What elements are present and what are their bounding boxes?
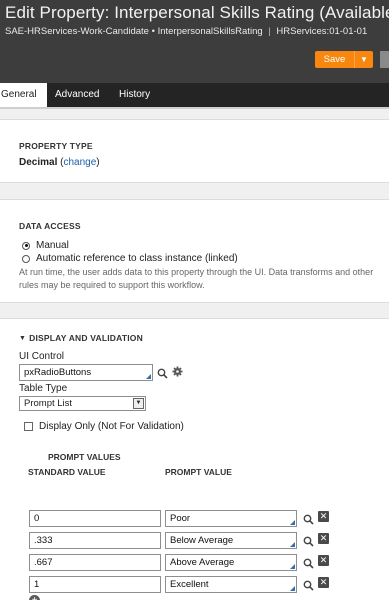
ui-control-label: UI Control [19,351,65,362]
standard-value-input[interactable]: .667 [29,554,161,571]
tab-history[interactable]: History [111,83,158,107]
prompt-value-input[interactable]: Excellent [165,576,297,593]
class-name: SAE-HRServices-Work-Candidate [5,26,149,37]
pipe-separator: | [268,26,271,37]
autocomplete-corner-icon [290,520,295,525]
add-row-icon[interactable]: + [29,595,40,600]
data-access-heading: DATA ACCESS [19,221,81,231]
prompt-value-input[interactable]: Poor [165,510,297,527]
search-icon[interactable] [156,367,168,379]
delete-row-icon[interactable]: ✕ [318,511,329,522]
prompt-value-column-header: PROMPT VALUE [165,467,232,477]
table-type-value: Prompt List [24,398,73,409]
prompt-value-input[interactable]: Below Average [165,532,297,549]
autocomplete-corner-icon [290,586,295,591]
page-title: Edit Property: Interpersonal Skills Rati… [5,3,389,22]
tab-advanced[interactable]: Advanced [47,83,107,107]
radio-manual-label: Manual [36,240,69,251]
delete-row-icon[interactable]: ✕ [318,555,329,566]
radio-manual-button[interactable] [22,241,30,250]
radio-automatic-label: Automatic reference to class instance (l… [36,253,238,264]
save-menu-arrow-icon[interactable]: ▼ [355,51,373,68]
display-validation-header[interactable]: ▼ DISPLAY AND VALIDATION [19,333,143,343]
prompt-value-text: Below Average [170,535,234,546]
ruleset-version: HRServices:01-01-01 [276,26,368,37]
tab-bar: General Advanced History [0,83,389,109]
autocomplete-corner-icon [146,374,151,379]
radio-automatic[interactable]: Automatic reference to class instance (l… [22,253,238,264]
standard-value-text: 1 [34,579,40,590]
display-validation-section: ▼ DISPLAY AND VALIDATION UI Control pxRa… [0,318,389,600]
property-type-heading: PROPERTY TYPE [19,141,93,151]
tab-general[interactable]: General [0,83,47,107]
standard-value-input[interactable]: 1 [29,576,161,593]
window-header: Edit Property: Interpersonal Skills Rati… [0,0,389,83]
prompt-value-text: Above Average [170,557,235,568]
property-type-section: PROPERTY TYPE Decimal (change) [0,119,389,183]
ui-control-input[interactable]: pxRadioButtons [19,364,153,381]
table-type-label: Table Type [19,383,68,394]
standard-value-text: 0 [34,513,40,524]
standard-value-input[interactable]: .333 [29,532,161,549]
delete-row-icon[interactable]: ✕ [318,533,329,544]
prompt-values-heading: PROMPT VALUES [48,452,121,462]
data-access-section: DATA ACCESS Manual Automatic reference t… [0,199,389,303]
autocomplete-corner-icon [290,542,295,547]
search-icon[interactable] [302,513,314,525]
ui-control-value: pxRadioButtons [24,367,92,378]
data-access-help-text: At run time, the user adds data to this … [19,267,374,290]
standard-value-text: .333 [34,535,53,546]
paren-close: ) [96,157,100,168]
standard-value-input[interactable]: 0 [29,510,161,527]
display-only-label: Display Only (Not For Validation) [39,421,184,432]
collapse-triangle-icon[interactable]: ▼ [19,335,26,342]
prompt-value-input[interactable]: Above Average [165,554,297,571]
bullet-separator: • [151,26,155,37]
search-icon[interactable] [302,579,314,591]
save-button-label[interactable]: Save [315,51,355,68]
radio-manual[interactable]: Manual [22,240,69,251]
delete-row-icon[interactable]: ✕ [318,577,329,588]
save-button[interactable]: Save ▼ [315,51,373,68]
next-action-button[interactable] [380,51,389,68]
rule-subtitle: SAE-HRServices-Work-Candidate • Interper… [5,26,367,37]
display-only-option[interactable]: Display Only (Not For Validation) [24,421,184,432]
chevron-down-icon[interactable]: ▼ [133,398,144,409]
property-name: InterpersonalSkillsRating [157,26,263,37]
standard-value-text: .667 [34,557,53,568]
radio-automatic-button[interactable] [22,254,30,263]
property-type-value-row: Decimal (change) [19,157,100,168]
prompt-value-text: Excellent [170,579,209,590]
table-type-select[interactable]: Prompt List ▼ [19,396,146,411]
autocomplete-corner-icon [290,564,295,569]
search-icon[interactable] [302,557,314,569]
display-validation-heading: DISPLAY AND VALIDATION [29,333,143,343]
property-type-value: Decimal [19,157,58,168]
display-only-checkbox[interactable] [24,422,33,431]
prompt-value-text: Poor [170,513,191,524]
search-icon[interactable] [302,535,314,547]
gear-icon[interactable] [171,365,183,377]
change-type-link[interactable]: change [63,157,96,168]
standard-value-column-header: STANDARD VALUE [28,467,106,477]
